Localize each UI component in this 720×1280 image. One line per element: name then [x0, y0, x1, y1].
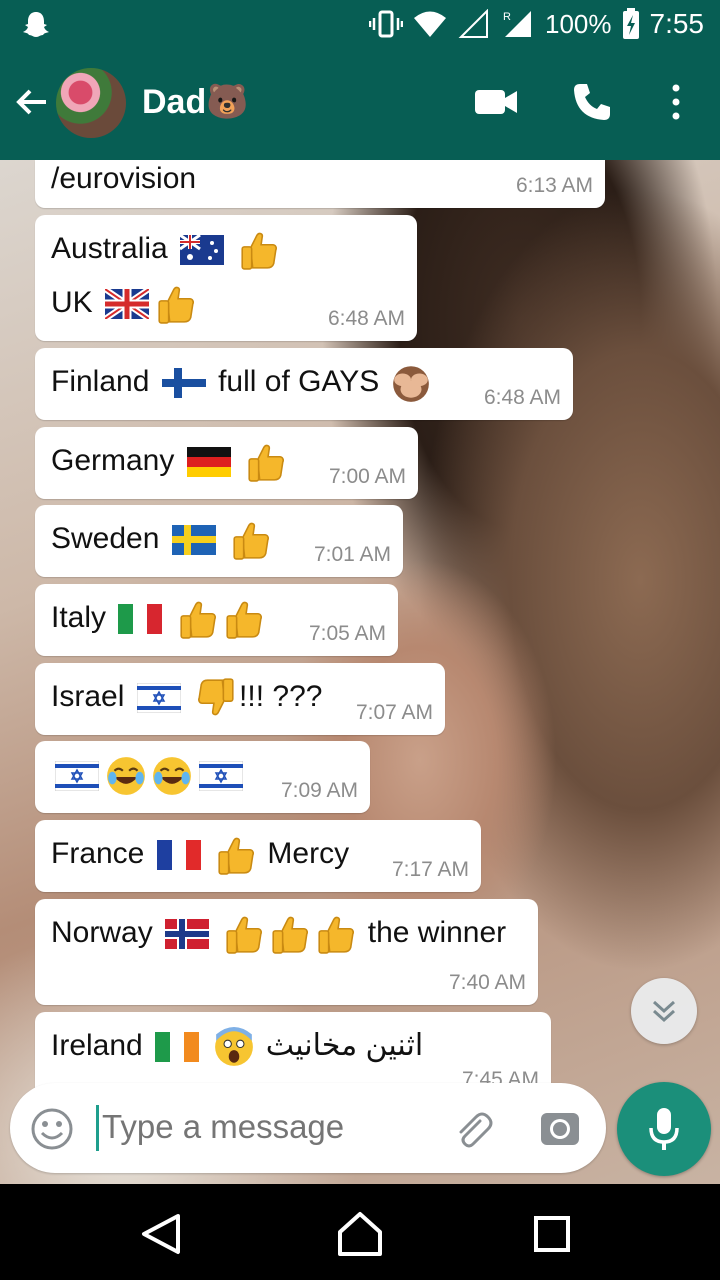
message-bubble[interactable]: Ireland اثنين مخانيث 7:45 AM	[35, 1012, 551, 1092]
message-text: Sweden	[51, 519, 274, 561]
france-flag-icon	[157, 840, 201, 870]
chat-header: Dad🐻	[0, 48, 720, 160]
ireland-flag-icon	[155, 1032, 199, 1062]
battery-icon	[622, 8, 639, 39]
norway-flag-icon	[165, 919, 209, 949]
message-bubble[interactable]: Sweden 7:01 AM	[35, 505, 403, 577]
message-text: France Mercy	[51, 834, 349, 876]
signal-off-icon	[458, 9, 488, 38]
message-bubble[interactable]: Norway the winner 7:40 AM	[35, 899, 538, 1005]
message-bubble[interactable]: 7:09 AM	[35, 741, 370, 813]
message-composer	[10, 1083, 606, 1173]
video-call-icon[interactable]	[474, 86, 518, 118]
thumbs-up-icon	[269, 913, 311, 955]
message-text[interactable]: /eurovision	[51, 162, 196, 196]
thumbs-up-icon	[223, 913, 265, 955]
message-time: 6:48 AM	[327, 307, 405, 330]
nav-recents-icon[interactable]	[534, 1216, 570, 1252]
status-bar: R 100% 7:55	[0, 0, 720, 48]
message-text: Australia	[51, 229, 282, 271]
israel-flag-icon	[137, 683, 181, 713]
message-bubble[interactable]: Israel !!! ??? 7:07 AM	[35, 663, 445, 735]
thumbs-up-icon	[245, 441, 287, 483]
message-text: Finland full of GAYS	[51, 362, 434, 404]
snapchat-icon	[23, 12, 49, 37]
germany-flag-icon	[187, 447, 231, 477]
message-bubble[interactable]: Germany 7:00 AM	[35, 427, 418, 499]
message-time: 7:07 AM	[355, 701, 433, 724]
mic-button[interactable]	[617, 1082, 711, 1176]
message-time: 7:05 AM	[308, 622, 386, 645]
phone-icon[interactable]	[572, 82, 612, 122]
clock: 7:55	[649, 8, 705, 39]
message-time: 7:01 AM	[313, 543, 391, 566]
uk-flag-icon	[105, 289, 149, 319]
message-bubble[interactable]: Australia UK 6:48 AM	[35, 215, 417, 341]
message-bubble[interactable]: Finland full of GAYS 6:48 AM	[35, 348, 573, 420]
thumbs-up-icon	[177, 598, 219, 640]
thumbs-up-icon	[223, 598, 265, 640]
thumbs-down-icon	[195, 677, 237, 719]
tears-of-joy-icon	[151, 755, 193, 797]
thumbs-up-icon	[155, 283, 197, 325]
signal-icon: R	[503, 11, 531, 37]
message-time: 7:09 AM	[280, 779, 358, 802]
thumbs-up-icon	[315, 913, 357, 955]
see-no-evil-monkey-icon	[390, 362, 432, 404]
message-time: 7:00 AM	[328, 465, 406, 488]
svg-text:R: R	[503, 11, 511, 23]
nav-back-icon[interactable]	[140, 1212, 184, 1256]
contact-name[interactable]: Dad🐻	[142, 82, 249, 122]
sweden-flag-icon	[172, 525, 216, 555]
more-vert-icon[interactable]	[664, 82, 688, 122]
scroll-down-icon	[652, 1000, 676, 1023]
message-text: Italy	[51, 598, 267, 640]
camera-icon[interactable]	[538, 1107, 582, 1151]
message-input[interactable]	[102, 1108, 422, 1146]
avatar[interactable]	[56, 68, 126, 138]
text-cursor	[96, 1105, 99, 1151]
mic-icon	[649, 1108, 679, 1150]
message-text: Norway the winner	[51, 913, 506, 955]
message-text: UK	[51, 283, 199, 325]
message-bubble[interactable]: Italy 7:05 AM	[35, 584, 398, 656]
back-arrow-icon[interactable]	[14, 84, 50, 120]
wifi-icon	[414, 11, 446, 37]
message-text	[51, 755, 247, 797]
message-time: 6:13 AM	[515, 174, 593, 197]
thumbs-up-icon	[215, 834, 257, 876]
italy-flag-icon	[118, 604, 162, 634]
emoji-icon[interactable]	[30, 1107, 74, 1151]
message-text: Israel !!! ???	[51, 677, 322, 719]
chat-area[interactable]: /eurovision 6:13 AM Australia UK 6:48 AM…	[0, 160, 720, 1184]
australia-flag-icon	[180, 235, 224, 265]
israel-flag-icon	[199, 761, 243, 791]
finland-flag-icon	[162, 368, 206, 398]
system-nav-bar	[0, 1184, 720, 1280]
message-time: 7:40 AM	[448, 971, 526, 994]
nav-home-icon[interactable]	[336, 1210, 384, 1256]
thumbs-up-icon	[230, 519, 272, 561]
message-bubble[interactable]: France Mercy 7:17 AM	[35, 820, 481, 892]
message-text: Ireland اثنين مخانيث	[51, 1026, 423, 1068]
scroll-down-button[interactable]	[631, 978, 697, 1044]
battery-percent: 100%	[545, 8, 612, 39]
message-time: 7:17 AM	[391, 858, 469, 881]
message-time: 6:48 AM	[483, 386, 561, 409]
screaming-face-icon	[213, 1026, 255, 1068]
message-bubble[interactable]: /eurovision 6:13 AM	[35, 160, 605, 208]
message-text: Germany	[51, 441, 289, 483]
vibrate-icon	[369, 10, 403, 38]
israel-flag-icon	[55, 761, 99, 791]
thumbs-up-icon	[238, 229, 280, 271]
attach-icon[interactable]	[450, 1107, 494, 1151]
tears-of-joy-icon	[105, 755, 147, 797]
